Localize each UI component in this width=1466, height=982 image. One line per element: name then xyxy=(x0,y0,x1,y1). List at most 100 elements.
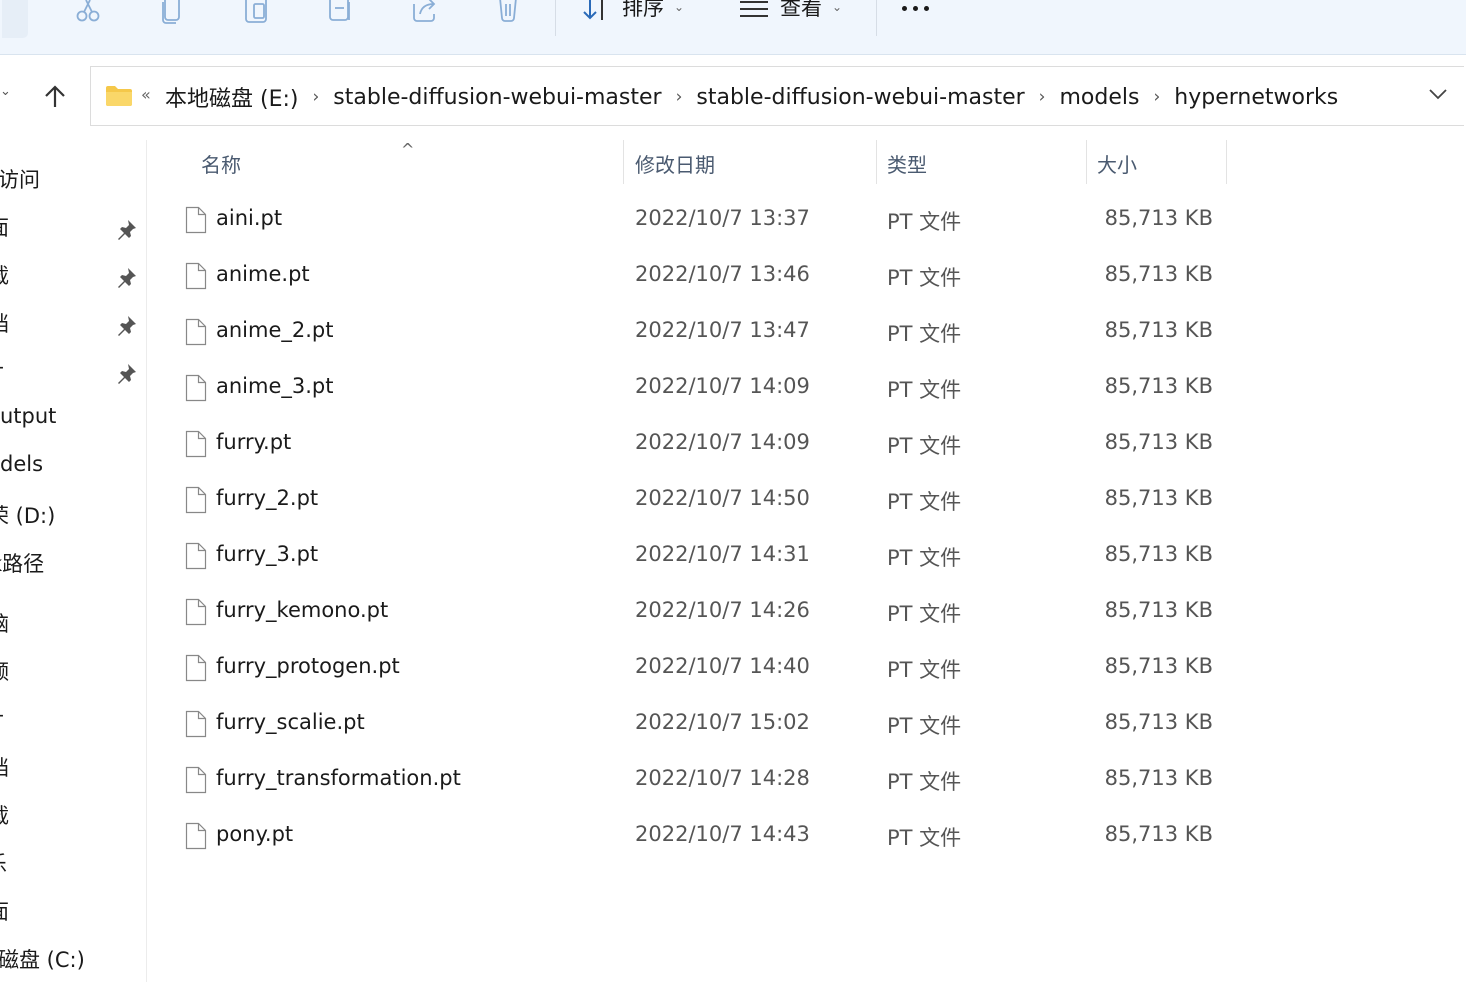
file-row[interactable]: furry_scalie.pt 2022/10/7 15:02 PT 文件 85,71… xyxy=(147,696,1466,752)
pin-icon[interactable] xyxy=(116,218,138,240)
sidebar-item-label: 档 xyxy=(0,308,9,338)
view-button[interactable]: 查看 ⌄ xyxy=(738,0,842,30)
address-history-chevron-icon[interactable] xyxy=(1428,87,1448,101)
address-bar[interactable]: « 本地磁盘 (E:) › stable-diffusion-webui-mas… xyxy=(90,66,1464,126)
cut-button[interactable] xyxy=(68,0,108,30)
delete-icon xyxy=(499,0,517,22)
pin-icon[interactable] xyxy=(116,362,138,384)
breadcrumb-item[interactable]: models xyxy=(1059,85,1139,110)
file-name[interactable]: anime.pt xyxy=(216,262,310,286)
file-name[interactable]: furry_2.pt xyxy=(216,486,318,510)
up-button[interactable] xyxy=(40,82,70,112)
column-header-type[interactable]: 类型 xyxy=(877,140,1085,184)
sidebar-item-label: 载 xyxy=(0,260,9,290)
file-icon xyxy=(185,766,207,798)
file-name[interactable]: furry.pt xyxy=(216,430,291,454)
recent-locations-chevron-icon[interactable]: ⌄ xyxy=(0,84,11,99)
rename-button[interactable] xyxy=(320,0,360,30)
chevron-right-icon[interactable]: › xyxy=(312,87,319,107)
file-row[interactable]: furry_2.pt 2022/10/7 14:50 PT 文件 85,713 KB xyxy=(147,472,1466,528)
share-button[interactable] xyxy=(404,0,444,30)
file-type: PT 文件 xyxy=(887,546,962,570)
file-row[interactable]: anime.pt 2022/10/7 13:46 PT 文件 85,713 KB xyxy=(147,248,1466,304)
pin-icon[interactable] xyxy=(116,266,138,288)
file-name[interactable]: furry_protogen.pt xyxy=(216,654,400,678)
column-header-label: 大小 xyxy=(1097,153,1137,177)
column-header-date[interactable]: 修改日期 xyxy=(624,140,876,184)
breadcrumb-item-current[interactable]: hypernetworks xyxy=(1174,85,1338,110)
file-size: 85,713 KB xyxy=(1104,654,1213,678)
file-row[interactable]: anime_3.pt 2022/10/7 14:09 PT 文件 85,713 KB xyxy=(147,360,1466,416)
file-row[interactable]: furry.pt 2022/10/7 14:09 PT 文件 85,713 KB xyxy=(147,416,1466,472)
breadcrumb-item[interactable]: stable-diffusion-webui-master xyxy=(333,85,661,110)
column-resize-handle[interactable] xyxy=(1226,140,1227,184)
file-name[interactable]: pony.pt xyxy=(216,822,293,846)
file-row[interactable]: furry_3.pt 2022/10/7 14:31 PT 文件 85,713 KB xyxy=(147,528,1466,584)
file-row[interactable]: furry_kemono.pt 2022/10/7 14:26 PT 文件 85,71… xyxy=(147,584,1466,640)
column-header-label: 名称 xyxy=(201,153,241,177)
command-bar: 排序 ⌄ 查看 ⌄ xyxy=(0,0,1466,55)
file-name[interactable]: aini.pt xyxy=(216,206,282,230)
file-row[interactable]: aini.pt 2022/10/7 13:37 PT 文件 85,713 KB xyxy=(147,192,1466,248)
file-name[interactable]: furry_3.pt xyxy=(216,542,318,566)
breadcrumb: 本地磁盘 (E:) › stable-diffusion-webui-maste… xyxy=(165,81,1338,113)
sidebar-item-label: 载 xyxy=(0,800,9,830)
sidebar-item-label: 乐 xyxy=(0,848,7,878)
file-modified-date: 2022/10/7 15:02 xyxy=(635,710,810,734)
file-name[interactable]: anime_3.pt xyxy=(216,374,334,398)
file-icon xyxy=(185,654,207,686)
file-modified-date: 2022/10/7 14:31 xyxy=(635,542,810,566)
chevron-right-icon[interactable]: › xyxy=(1153,87,1160,107)
chevron-right-icon[interactable]: › xyxy=(676,87,683,107)
breadcrumb-item[interactable]: stable-diffusion-webui-master xyxy=(696,85,1024,110)
sort-button[interactable]: 排序 ⌄ xyxy=(582,0,684,30)
copy-button[interactable] xyxy=(152,0,192,30)
file-size: 85,713 KB xyxy=(1104,318,1213,342)
file-row[interactable]: anime_2.pt 2022/10/7 13:47 PT 文件 85,713 KB xyxy=(147,304,1466,360)
sort-icon xyxy=(583,0,603,20)
sidebar-item-label: 磁盘 (C:) xyxy=(0,948,85,972)
sidebar-item-label: 脑 xyxy=(0,608,9,638)
sidebar-item-label: 档 xyxy=(0,752,9,782)
sort-label: 排序 xyxy=(622,0,664,20)
sidebar-item-label: 面 xyxy=(0,896,9,926)
pin-icon[interactable] xyxy=(116,314,138,336)
file-row[interactable]: furry_protogen.pt 2022/10/7 14:40 PT 文件 85,… xyxy=(147,640,1466,696)
delete-button[interactable] xyxy=(488,0,528,30)
file-icon xyxy=(185,430,207,462)
file-row[interactable]: furry_transformation.pt 2022/10/7 14:28 PT… xyxy=(147,752,1466,808)
breadcrumb-item[interactable]: 本地磁盘 (E:) xyxy=(165,81,298,113)
file-row[interactable]: pony.pt 2022/10/7 14:43 PT 文件 85,713 KB xyxy=(147,808,1466,864)
column-header-label: 修改日期 xyxy=(635,153,715,177)
column-header-label: 类型 xyxy=(887,153,927,177)
file-type: PT 文件 xyxy=(887,322,962,346)
file-name[interactable]: furry_transformation.pt xyxy=(216,766,461,790)
more-options-button[interactable] xyxy=(902,0,929,20)
share-icon xyxy=(413,0,436,22)
paste-button[interactable] xyxy=(236,0,276,30)
file-type: PT 文件 xyxy=(887,434,962,458)
column-header-name[interactable]: 名称 xyxy=(147,140,623,184)
column-header-size[interactable]: 大小 xyxy=(1087,140,1226,184)
file-size: 85,713 KB xyxy=(1104,766,1213,790)
file-type: PT 文件 xyxy=(887,826,962,850)
chevron-right-icon[interactable]: › xyxy=(1039,87,1046,107)
sidebar-item-label: 片 xyxy=(0,356,5,386)
new-dropdown-button[interactable] xyxy=(2,0,28,38)
file-size: 85,713 KB xyxy=(1104,822,1213,846)
toolbar-divider xyxy=(876,0,877,36)
view-icon xyxy=(740,1,768,17)
file-type: PT 文件 xyxy=(887,378,962,402)
file-type: PT 文件 xyxy=(887,210,962,234)
breadcrumb-overflow-button[interactable]: « xyxy=(141,85,151,104)
file-icon xyxy=(185,486,207,518)
file-name[interactable]: furry_kemono.pt xyxy=(216,598,388,622)
file-modified-date: 2022/10/7 14:43 xyxy=(635,822,810,846)
file-modified-date: 2022/10/7 13:47 xyxy=(635,318,810,342)
file-type: PT 文件 xyxy=(887,266,962,290)
file-name[interactable]: furry_scalie.pt xyxy=(216,710,365,734)
file-size: 85,713 KB xyxy=(1104,262,1213,286)
file-icon xyxy=(185,262,207,294)
file-name[interactable]: anime_2.pt xyxy=(216,318,334,342)
file-modified-date: 2022/10/7 14:50 xyxy=(635,486,810,510)
